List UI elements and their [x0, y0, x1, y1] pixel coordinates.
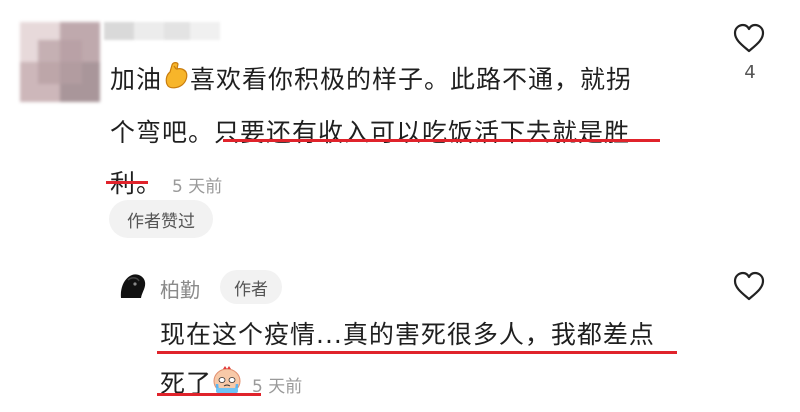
comment-line-1: 加油 喜欢看你积极的样子。此路不通，就拐: [110, 54, 700, 107]
highlight-underline: [223, 139, 660, 142]
comment-line-2: 个弯吧。只要还有收入可以吃饭活下去就是胜: [110, 117, 631, 147]
flexed-biceps-emoji: [162, 56, 190, 107]
reply-username[interactable]: 柏勤: [160, 274, 200, 303]
highlight-underline: [157, 351, 677, 354]
author-liked-badge: 作者赞过: [109, 200, 213, 238]
commenter-username-blurred[interactable]: [104, 16, 220, 46]
author-badge: 作者: [220, 270, 282, 304]
comment-timestamp: 5 天前: [172, 176, 223, 197]
reply-avatar[interactable]: [115, 268, 151, 304]
crying-emoji: [212, 361, 242, 410]
comment-body: 加油 喜欢看你积极的样子。此路不通，就拐 个弯吧。只要还有收入可以吃饭活下去就是胜…: [110, 54, 700, 213]
highlight-underline: [157, 393, 261, 396]
highlight-underline: [106, 181, 148, 184]
heart-outline-icon[interactable]: [732, 22, 766, 54]
like-count: 4: [744, 62, 756, 83]
reply-body: 现在这个疫情...真的害死很多人，我都差点 死了 5 天前: [160, 310, 720, 412]
reply-line-2: 死了 5 天前: [160, 359, 720, 412]
heart-outline-icon[interactable]: [732, 270, 766, 302]
commenter-avatar[interactable]: [20, 22, 100, 102]
